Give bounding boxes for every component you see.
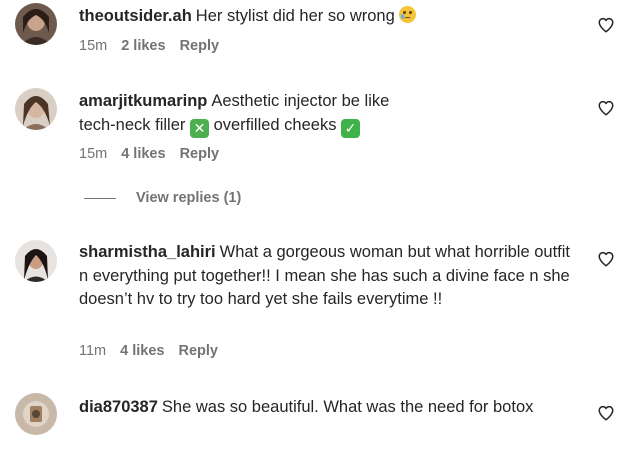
comment-body: sharmistha_lahiri What a gorgeous woman b… bbox=[79, 241, 574, 312]
comment-text: Aesthetic injector be like bbox=[211, 92, 390, 110]
view-replies-button[interactable]: View replies (1) bbox=[84, 190, 241, 206]
comment-time[interactable]: 11m bbox=[79, 343, 106, 359]
divider bbox=[84, 197, 116, 199]
avatar[interactable] bbox=[15, 3, 57, 45]
view-replies-label: View replies (1) bbox=[136, 190, 242, 206]
reply-button[interactable]: Reply bbox=[178, 343, 218, 359]
reply-button[interactable]: Reply bbox=[180, 38, 220, 54]
comment-username[interactable]: sharmistha_lahiri bbox=[79, 243, 216, 261]
comment-username[interactable]: amarjitkumarinp bbox=[79, 92, 207, 110]
heart-outline-icon[interactable] bbox=[597, 250, 615, 268]
comment-body: amarjitkumarinp Aesthetic injector be lik… bbox=[79, 90, 574, 138]
heart-outline-icon[interactable] bbox=[597, 404, 615, 422]
comment-text: She was so beautiful. What was the need … bbox=[161, 398, 534, 416]
check-mark-emoji: ✓ bbox=[341, 118, 361, 138]
comment-username[interactable]: theoutsider.ah bbox=[79, 7, 192, 25]
sad-tear-emoji bbox=[399, 6, 417, 23]
comment-text: overfilled cheeks bbox=[213, 115, 337, 134]
comment-likes[interactable]: 4 likes bbox=[120, 343, 164, 359]
comment-meta: 15m 4 likes Reply bbox=[79, 146, 219, 162]
comment-time[interactable]: 15m bbox=[79, 38, 107, 54]
heart-outline-icon[interactable] bbox=[597, 99, 615, 117]
comment-likes[interactable]: 2 likes bbox=[121, 38, 165, 54]
reply-button[interactable]: Reply bbox=[180, 146, 220, 162]
comment-meta: 11m 4 likes Reply bbox=[79, 343, 218, 359]
cross-mark-emoji: ✕ bbox=[189, 118, 209, 138]
comment-body: dia870387 She was so beautiful. What was … bbox=[79, 396, 574, 420]
avatar[interactable] bbox=[15, 88, 57, 130]
comment-text: tech-neck filler bbox=[79, 115, 186, 134]
comment-meta: 15m 2 likes Reply bbox=[79, 38, 219, 54]
avatar[interactable] bbox=[15, 393, 57, 435]
comment-text: Her stylist did her so wrong bbox=[195, 7, 395, 25]
heart-outline-icon[interactable] bbox=[597, 16, 615, 34]
comment-username[interactable]: dia870387 bbox=[79, 398, 158, 416]
avatar[interactable] bbox=[15, 240, 57, 282]
comment-likes[interactable]: 4 likes bbox=[121, 146, 165, 162]
comment-body: theoutsider.ah Her stylist did her so wro… bbox=[79, 5, 574, 29]
comment-time[interactable]: 15m bbox=[79, 146, 107, 162]
